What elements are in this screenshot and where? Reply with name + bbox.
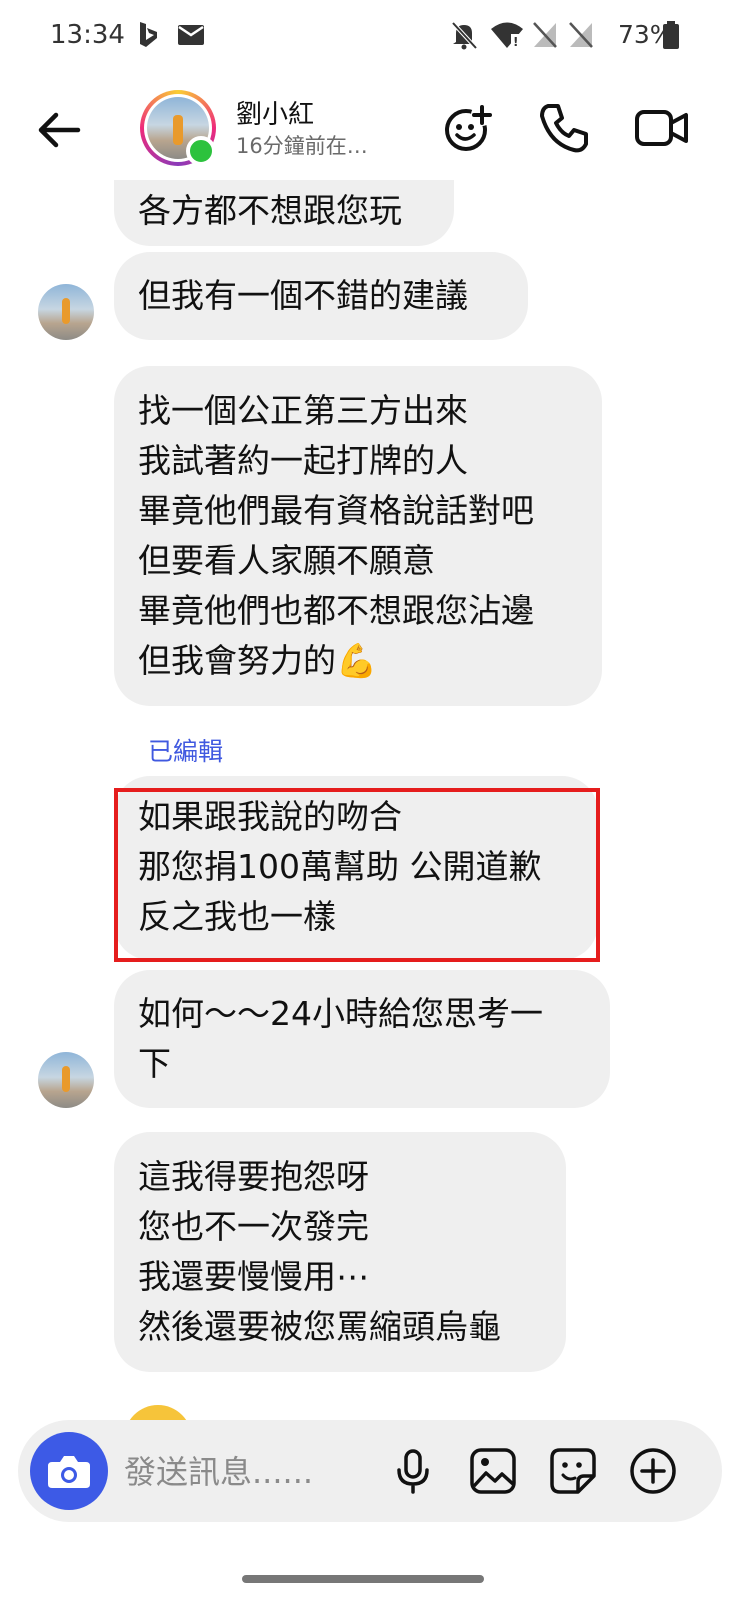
image-icon[interactable] <box>468 1446 518 1496</box>
notifications-off-icon <box>451 21 478 50</box>
home-indicator[interactable] <box>242 1575 484 1583</box>
message-bubble[interactable]: 各方都不想跟您玩 <box>114 180 454 246</box>
message-list[interactable]: 各方都不想跟您玩 但我有一個不錯的建議 找一個公正第三方出來 我試著約一起打牌的… <box>0 180 740 1420</box>
bing-icon <box>140 22 157 47</box>
message-line: 如何～～24小時給您思考一 <box>138 994 543 1033</box>
message-line: 我還要慢慢用⋯ <box>138 1257 369 1296</box>
sender-avatar[interactable] <box>38 284 94 340</box>
message-line: 您也不一次發完 <box>138 1207 369 1246</box>
message-bubble[interactable]: 但我有一個不錯的建議 <box>114 252 528 340</box>
battery-icon <box>663 21 679 49</box>
highlight-box <box>114 788 600 962</box>
message-bubble[interactable]: 如何～～24小時給您思考一 下 <box>114 970 610 1108</box>
message-line: 下 <box>138 1044 171 1083</box>
message-composer <box>18 1420 722 1522</box>
video-camera-icon[interactable] <box>632 98 692 158</box>
message-line: 我試著約一起打牌的人 <box>138 441 468 480</box>
message-bubble[interactable]: 這我得要抱怨呀 您也不一次發完 我還要慢慢用⋯ 然後還要被您罵縮頭烏龜 <box>114 1132 566 1372</box>
microphone-icon[interactable] <box>388 1446 438 1496</box>
chat-header: 劉小紅 16分鐘前在… <box>0 80 740 180</box>
plus-circle-icon[interactable] <box>628 1446 678 1496</box>
camera-button[interactable] <box>30 1432 108 1510</box>
emoji-message[interactable] <box>124 1405 192 1420</box>
message-line: 但我有一個不錯的建議 <box>138 276 468 315</box>
mail-icon <box>178 25 204 45</box>
add-friend-icon[interactable] <box>438 98 498 158</box>
message-line: 但我會努力的💪 <box>138 641 378 680</box>
message-line: 畢竟他們最有資格說話對吧 <box>138 491 534 530</box>
message-line: 找一個公正第三方出來 <box>138 391 468 430</box>
message-line: 各方都不想跟您玩 <box>138 191 402 230</box>
phone-icon[interactable] <box>534 98 594 158</box>
message-input[interactable] <box>122 1446 386 1498</box>
back-arrow-icon[interactable] <box>32 102 88 158</box>
no-signal-icon <box>569 22 593 48</box>
edited-label: 已編輯 <box>148 737 224 766</box>
sticker-icon[interactable] <box>548 1446 598 1496</box>
contact-status: 16分鐘前在… <box>236 134 368 158</box>
online-indicator <box>186 136 216 166</box>
wifi-icon: ! <box>491 22 523 49</box>
message-line: 畢竟他們也都不想跟您沾邊 <box>138 591 534 630</box>
message-line: 然後還要被您罵縮頭烏龜 <box>138 1307 501 1346</box>
no-signal-icon <box>533 22 557 48</box>
message-bubble[interactable]: 找一個公正第三方出來 我試著約一起打牌的人 畢竟他們最有資格說話對吧 但要看人家… <box>114 366 602 706</box>
message-line: 這我得要抱怨呀 <box>138 1157 369 1196</box>
svg-text:!: ! <box>513 35 518 49</box>
status-time: 13:34 <box>50 20 125 50</box>
contact-name[interactable]: 劉小紅 <box>236 94 314 131</box>
message-line: 但要看人家願不願意 <box>138 541 435 580</box>
status-bar: 13:34 ! 73% <box>0 0 740 80</box>
sender-avatar[interactable] <box>38 1052 94 1108</box>
camera-icon <box>48 1456 90 1488</box>
